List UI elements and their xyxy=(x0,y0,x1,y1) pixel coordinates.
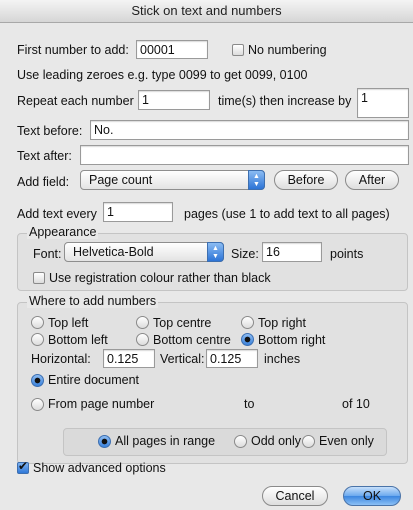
popup-arrows-icon: ▲ ▼ xyxy=(207,242,224,262)
odd-only-radio[interactable] xyxy=(234,435,247,448)
top-centre-radio[interactable] xyxy=(136,316,149,329)
inches-label: inches xyxy=(264,352,301,366)
top-right-radio[interactable] xyxy=(241,316,254,329)
bottom-right-label: Bottom right xyxy=(258,333,326,347)
horizontal-label: Horizontal: xyxy=(31,352,91,366)
top-right-label: Top right xyxy=(258,316,306,330)
window-title-bar: Stick on text and numbers xyxy=(0,0,413,23)
entire-document-label: Entire document xyxy=(48,373,140,387)
cancel-button[interactable]: Cancel xyxy=(262,486,328,506)
repeat-field[interactable]: 1 xyxy=(138,90,210,110)
odd-only-label: Odd only xyxy=(251,434,302,448)
increase-field[interactable]: 1 xyxy=(357,88,409,118)
of-pages-label: of 10 xyxy=(342,397,370,411)
no-numbering-checkbox[interactable] xyxy=(232,44,244,56)
font-label: Font: xyxy=(33,247,62,261)
no-numbering-label: No numbering xyxy=(248,43,327,57)
size-label: Size: xyxy=(231,247,259,261)
times-label: time(s) then increase by xyxy=(218,94,352,108)
before-button[interactable]: Before xyxy=(274,170,338,190)
text-after-label: Text after: xyxy=(17,149,72,163)
even-only-label: Even only xyxy=(319,434,374,448)
bottom-centre-label: Bottom centre xyxy=(153,333,231,347)
add-text-every-label: Add text every xyxy=(17,207,97,221)
show-advanced-checkbox[interactable] xyxy=(17,459,29,474)
add-text-every-field[interactable]: 1 xyxy=(103,202,173,222)
leading-zeroes-hint: Use leading zeroes e.g. type 0099 to get… xyxy=(17,68,308,82)
bottom-right-radio[interactable] xyxy=(241,333,254,346)
top-left-label: Top left xyxy=(48,316,89,330)
entire-document-radio[interactable] xyxy=(31,374,44,387)
add-field-popup[interactable]: Page count ▲ ▼ xyxy=(80,170,265,190)
font-popup[interactable]: Helvetica-Bold ▲ ▼ xyxy=(64,242,224,262)
text-before-field[interactable]: No. xyxy=(90,120,409,140)
vertical-field[interactable]: 0.125 xyxy=(206,349,258,368)
first-number-field[interactable]: 00001 xyxy=(136,40,208,59)
bottom-left-label: Bottom left xyxy=(48,333,108,347)
top-left-radio[interactable] xyxy=(31,316,44,329)
registration-colour-label: Use registration colour rather than blac… xyxy=(49,271,271,285)
registration-colour-checkbox[interactable] xyxy=(33,272,45,284)
appearance-legend: Appearance xyxy=(27,225,99,239)
bottom-centre-radio[interactable] xyxy=(136,333,149,346)
vertical-label: Vertical: xyxy=(160,352,205,366)
top-centre-label: Top centre xyxy=(153,316,212,330)
add-field-selected: Page count xyxy=(89,173,153,187)
bottom-left-radio[interactable] xyxy=(31,333,44,346)
size-field[interactable]: 16 xyxy=(262,242,322,262)
repeat-label: Repeat each number xyxy=(17,94,134,108)
font-selected: Helvetica-Bold xyxy=(73,245,154,259)
text-after-field[interactable] xyxy=(80,145,409,165)
from-page-label: From page number xyxy=(48,397,155,411)
horizontal-field[interactable]: 0.125 xyxy=(103,349,155,368)
add-text-every-suffix: pages (use 1 to add text to all pages) xyxy=(184,207,390,221)
show-advanced-label: Show advanced options xyxy=(33,461,166,475)
window-title: Stick on text and numbers xyxy=(131,3,282,18)
all-pages-radio[interactable] xyxy=(98,435,111,448)
ok-button[interactable]: OK xyxy=(343,486,401,506)
add-field-label: Add field: xyxy=(17,175,70,189)
all-pages-label: All pages in range xyxy=(115,434,216,448)
even-only-radio[interactable] xyxy=(302,435,315,448)
after-button[interactable]: After xyxy=(345,170,399,190)
points-label: points xyxy=(330,247,364,261)
from-page-radio[interactable] xyxy=(31,398,44,411)
position-legend: Where to add numbers xyxy=(27,294,159,308)
to-label: to xyxy=(244,397,255,411)
text-before-label: Text before: xyxy=(17,124,83,138)
popup-arrows-icon: ▲ ▼ xyxy=(248,170,265,190)
first-number-label: First number to add: xyxy=(17,43,129,57)
